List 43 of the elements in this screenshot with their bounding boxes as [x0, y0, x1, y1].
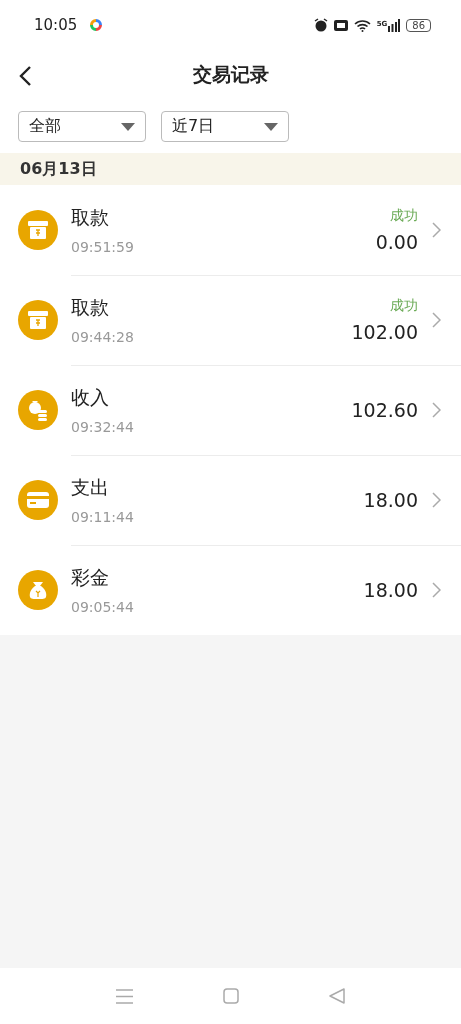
transaction-type: 支出: [71, 474, 110, 500]
transaction-time: 09:11:44: [71, 508, 135, 525]
transaction-amount: 102.00: [351, 320, 418, 343]
home-icon[interactable]: [223, 988, 239, 1004]
income-icon: [18, 390, 58, 430]
signal-icon: [388, 18, 401, 32]
transaction-type: 取款: [71, 294, 110, 320]
chevron-right-icon[interactable]: [432, 311, 441, 328]
caret-icon: [121, 122, 135, 131]
transaction-status: 成功: [390, 296, 418, 315]
back-nav-icon[interactable]: [329, 988, 345, 1004]
chevron-right-icon[interactable]: [432, 491, 441, 508]
wifi-icon: [353, 18, 371, 32]
date-header: 06月13日: [0, 153, 461, 185]
back-icon[interactable]: [18, 65, 32, 87]
filter-dropdown[interactable]: 全部: [18, 111, 146, 142]
transaction-time: 09:51:59: [71, 238, 135, 255]
app-logo-icon: [89, 18, 104, 32]
withdraw-icon: [18, 210, 58, 250]
transaction-time: 09:05:44: [71, 599, 135, 615]
chevron-right-icon[interactable]: [432, 582, 441, 598]
transaction-time: 09:44:28: [71, 328, 135, 345]
transaction-amount: 102.60: [351, 398, 418, 421]
alarm-icon: [313, 18, 328, 32]
expense-icon: [18, 480, 58, 520]
transaction-status: 成功: [390, 206, 418, 225]
transaction-amount: 0.00: [375, 230, 418, 253]
transaction-amount: 18.00: [363, 579, 418, 601]
status-time: 10:05: [34, 16, 78, 34]
chevron-right-icon[interactable]: [432, 221, 441, 238]
page-title: 交易记录: [192, 62, 269, 87]
withdraw-icon: [18, 300, 58, 340]
transaction-type: 取款: [71, 204, 110, 230]
menu-icon[interactable]: [116, 988, 133, 1004]
transaction-amount: 18.00: [363, 488, 418, 511]
transaction-type: 收入: [71, 384, 110, 410]
bonus-icon: [18, 570, 58, 610]
transaction-type: 彩金: [71, 565, 110, 590]
filter-dropdown[interactable]: 近7日: [161, 111, 289, 142]
chevron-right-icon[interactable]: [432, 401, 441, 418]
caret-icon: [264, 122, 278, 131]
battery-level: 86: [406, 18, 431, 32]
transaction-time: 09:32:44: [71, 418, 135, 435]
